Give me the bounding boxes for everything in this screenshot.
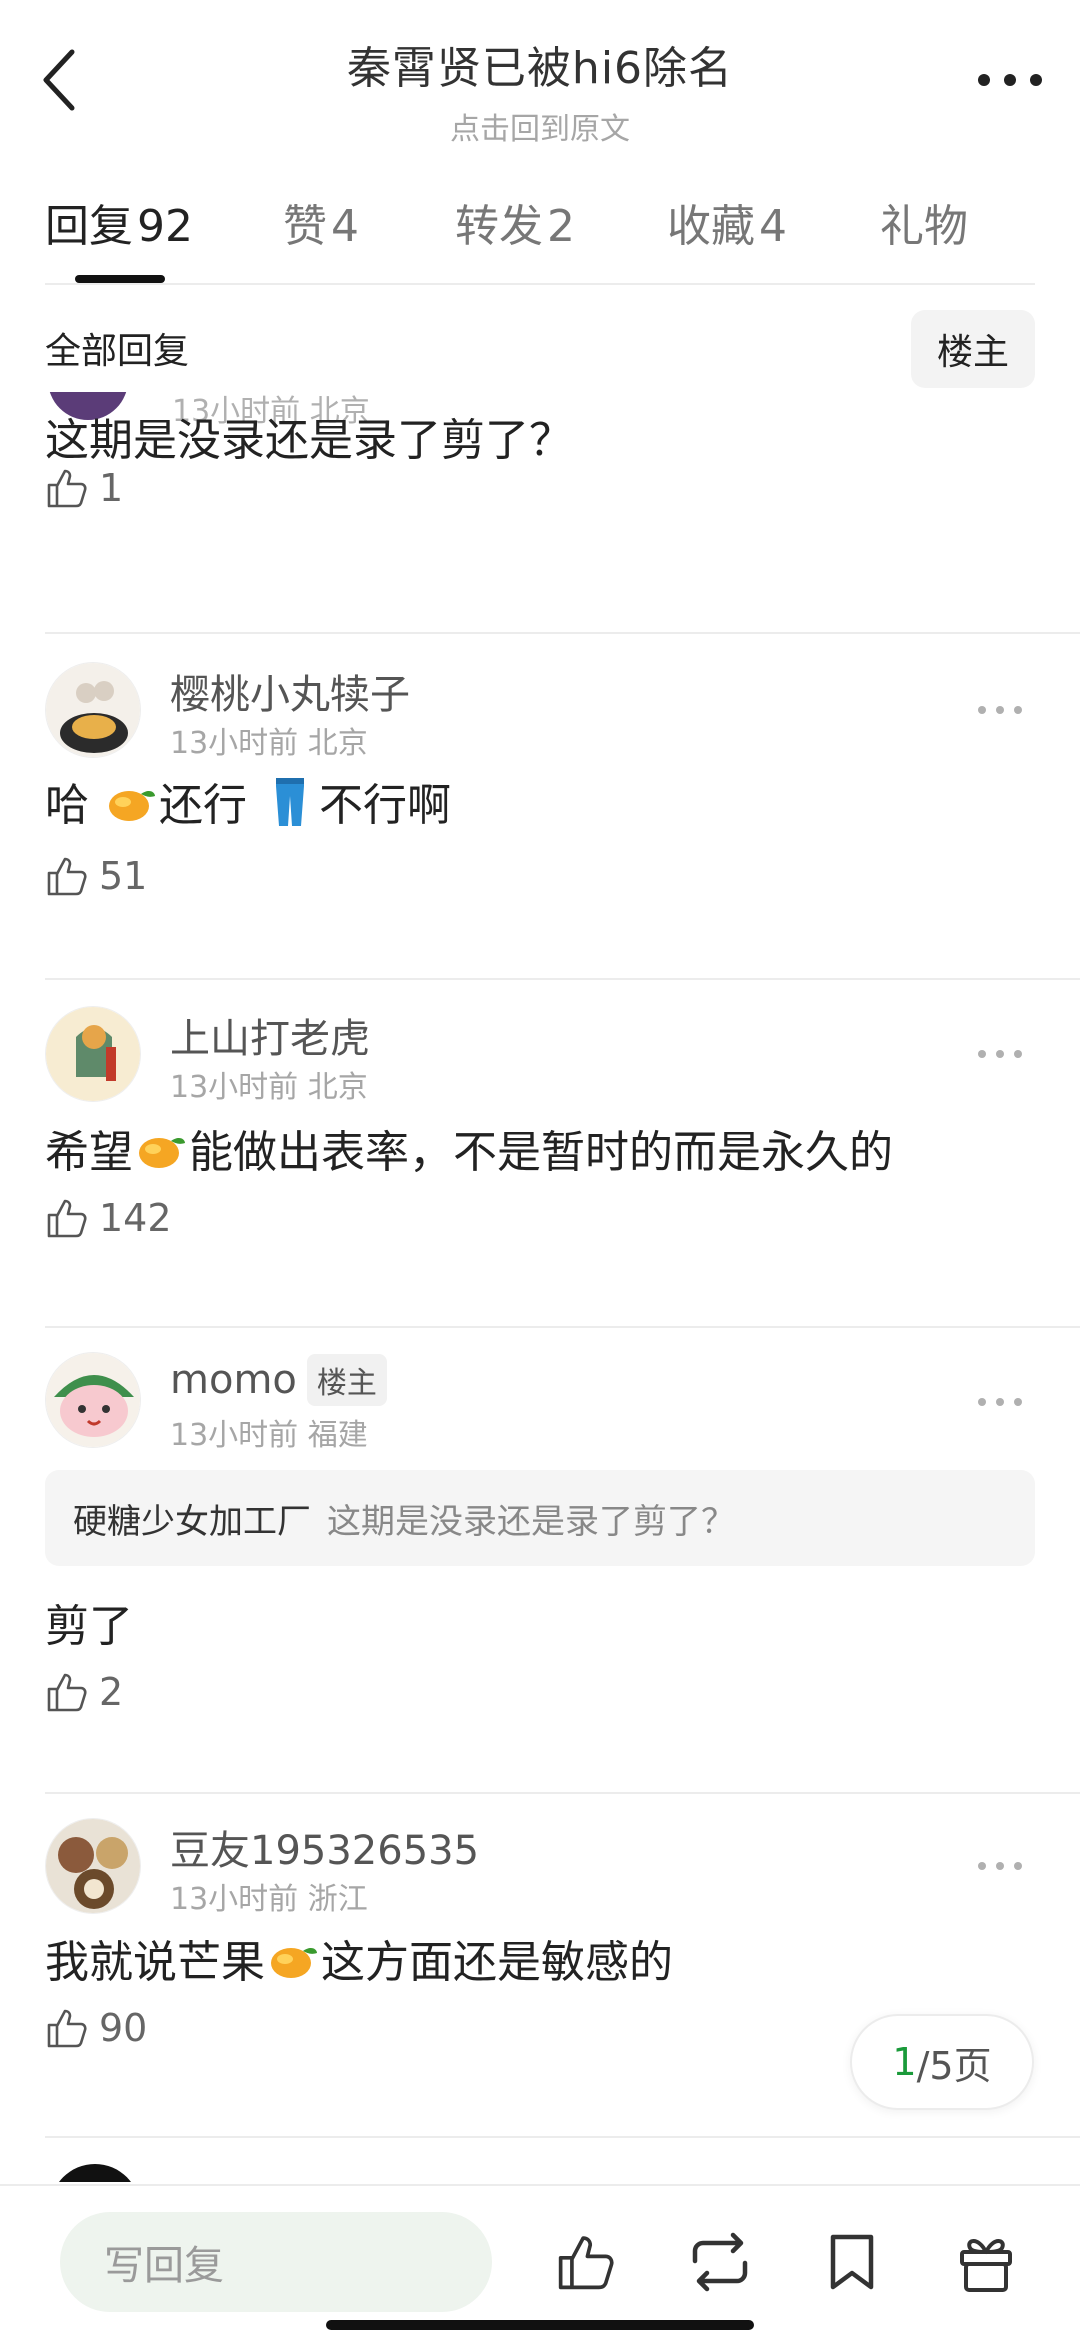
top-bar: 秦霄贤已被hi6除名 点击回到原文 xyxy=(0,0,1080,160)
comment-text: 我就说芒果 这方面还是敏感的 xyxy=(45,1937,673,1988)
comment-text: 这期是没录还是录了剪了？ xyxy=(45,415,573,466)
username[interactable]: 豆友195326535 xyxy=(170,1818,479,1876)
thumbs-up-icon xyxy=(47,1199,87,1238)
back-to-post-link[interactable]: 点击回到原文 xyxy=(200,104,880,148)
comment-item-partial: 13小时前 北京 这期是没录还是录了剪了？ 1 xyxy=(0,392,1080,634)
more-dots-icon xyxy=(978,706,1022,714)
divider xyxy=(45,978,1080,980)
op-badge: 楼主 xyxy=(306,1354,387,1406)
name-line: 樱桃小丸犊子 xyxy=(170,662,410,720)
gift-button[interactable] xyxy=(950,2226,1022,2298)
gift-icon xyxy=(960,2239,1012,2292)
thumbs-up-icon xyxy=(47,1673,87,1712)
avatar[interactable] xyxy=(45,1006,141,1102)
tab-replies[interactable]: 回复92 xyxy=(45,190,193,254)
back-button[interactable] xyxy=(30,40,90,120)
repost-button[interactable] xyxy=(684,2226,756,2298)
like-post-button[interactable] xyxy=(550,2226,622,2298)
name-line: momo 楼主 xyxy=(170,1354,387,1406)
like-button[interactable]: 90 xyxy=(45,2006,147,2050)
quoted-username[interactable]: 硬糖少女加工厂 xyxy=(73,1494,311,1543)
thumbs-up-icon xyxy=(47,469,87,508)
comment-meta: 13小时前 福建 xyxy=(170,1418,368,1453)
comment-text: 哈 还行 不行啊 xyxy=(45,769,451,833)
tab-favorites[interactable]: 收藏4 xyxy=(667,190,787,254)
title-block[interactable]: 秦霄贤已被hi6除名 点击回到原文 xyxy=(200,32,880,148)
thumbs-up-icon xyxy=(47,857,87,896)
tab-gifts[interactable]: 礼物 xyxy=(880,190,968,254)
more-dots-icon xyxy=(978,74,1042,86)
tab-bar: 回复92 赞4 转发2 收藏4 礼物 xyxy=(45,180,1035,285)
comment-more-button[interactable] xyxy=(965,1382,1035,1422)
divider xyxy=(45,1326,1080,1328)
thumbs-up-icon xyxy=(47,2009,87,2048)
username[interactable]: momo xyxy=(170,1357,297,1403)
avatar[interactable] xyxy=(45,1352,141,1448)
comment-meta: 13小时前 北京 xyxy=(170,1070,368,1105)
comment-text: 希望 能做出表率，不是暂时的而是永久的 xyxy=(45,1127,893,1178)
mango-emoji xyxy=(109,790,155,821)
active-tab-indicator xyxy=(75,275,165,283)
name-line: 豆友195326535 xyxy=(170,1818,479,1876)
divider xyxy=(45,1792,1080,1794)
bookmark-icon xyxy=(830,2234,874,2290)
page-title: 秦霄贤已被hi6除名 xyxy=(346,43,734,94)
quoted-text: 这期是没录还是录了剪了？ xyxy=(327,1501,735,1542)
bookmark-button[interactable] xyxy=(816,2226,888,2298)
reply-input[interactable]: 写回复 xyxy=(60,2212,492,2312)
home-indicator xyxy=(326,2320,754,2330)
avatar[interactable] xyxy=(45,662,141,758)
avatar[interactable] xyxy=(50,2164,140,2182)
tab-likes[interactable]: 赞4 xyxy=(283,190,359,254)
comment-more-button[interactable] xyxy=(965,1846,1035,1886)
mango-emoji xyxy=(139,1137,185,1168)
more-dots-icon xyxy=(978,1862,1022,1870)
username[interactable]: 樱桃小丸犊子 xyxy=(170,662,410,720)
op-only-button[interactable]: 楼主 xyxy=(911,310,1035,388)
all-replies-label[interactable]: 全部回复 xyxy=(45,322,189,374)
more-dots-icon xyxy=(978,1398,1022,1406)
divider xyxy=(45,2136,1080,2138)
thumbs-up-icon xyxy=(558,2236,614,2290)
name-line: 上山打老虎 xyxy=(170,1006,370,1064)
mango-emoji xyxy=(271,1947,317,1978)
filter-row: 全部回复 楼主 xyxy=(45,300,1035,390)
more-dots-icon xyxy=(978,1050,1022,1058)
like-button[interactable]: 142 xyxy=(45,1196,172,1240)
comment-item: 上山打老虎 13小时前 北京 希望 能做出表率，不是暂时的而是永久的 142 xyxy=(0,982,1080,1328)
like-button[interactable]: 51 xyxy=(45,854,147,898)
back-arrow-icon xyxy=(43,49,75,111)
like-button[interactable]: 2 xyxy=(45,1670,123,1714)
quoted-reply[interactable]: 硬糖少女加工厂 这期是没录还是录了剪了？ xyxy=(45,1470,1035,1566)
comment-item: 樱桃小丸犊子 13小时前 北京 哈 还行 不行啊 51 xyxy=(0,634,1080,980)
comment-meta: 13小时前 浙江 xyxy=(170,1882,368,1917)
tab-reposts[interactable]: 转发2 xyxy=(455,190,575,254)
avatar[interactable] xyxy=(45,1818,141,1914)
comment-feed[interactable]: 13小时前 北京 这期是没录还是录了剪了？ 1 樱桃小丸犊子 13小时前 北京 … xyxy=(0,392,1080,2182)
comment-text: 剪了 xyxy=(45,1601,133,1652)
comment-item: momo 楼主 13小时前 福建 硬糖少女加工厂 这期是没录还是录了剪了？ 剪了… xyxy=(0,1330,1080,1794)
bottom-bar: 写回复 xyxy=(0,2184,1080,2336)
more-button[interactable] xyxy=(970,55,1050,105)
jeans-emoji xyxy=(276,778,304,826)
repost-icon xyxy=(692,2232,748,2292)
username[interactable]: 上山打老虎 xyxy=(170,1006,370,1064)
comment-more-button[interactable] xyxy=(965,1034,1035,1074)
like-button[interactable]: 1 xyxy=(45,466,123,510)
page-indicator[interactable]: 1/5页 xyxy=(850,2014,1034,2110)
comment-meta: 13小时前 北京 xyxy=(170,726,368,761)
comment-more-button[interactable] xyxy=(965,690,1035,730)
